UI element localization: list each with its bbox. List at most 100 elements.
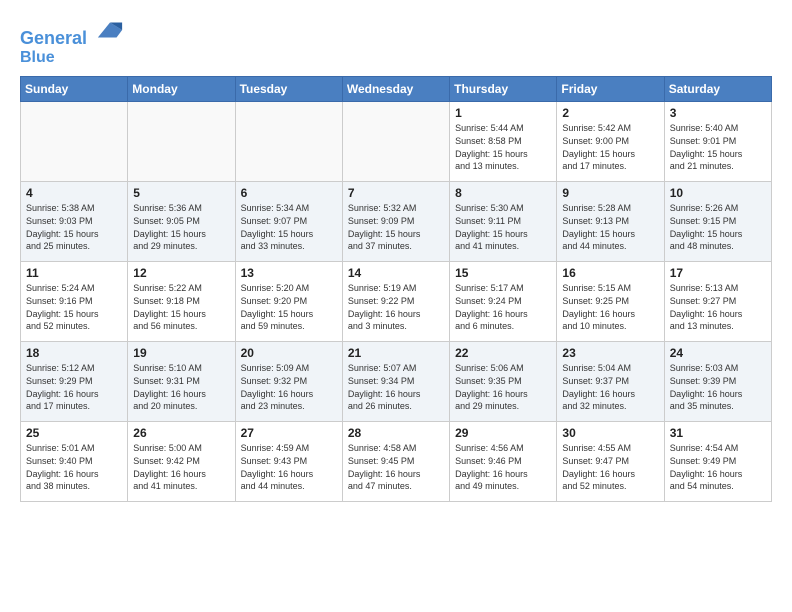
day-info: Sunrise: 4:59 AM Sunset: 9:43 PM Dayligh…	[241, 442, 337, 492]
weekday-header-tuesday: Tuesday	[235, 77, 342, 102]
day-info: Sunrise: 5:09 AM Sunset: 9:32 PM Dayligh…	[241, 362, 337, 412]
day-number: 10	[670, 186, 766, 200]
day-info: Sunrise: 5:13 AM Sunset: 9:27 PM Dayligh…	[670, 282, 766, 332]
day-number: 6	[241, 186, 337, 200]
calendar-week-3: 11Sunrise: 5:24 AM Sunset: 9:16 PM Dayli…	[21, 262, 772, 342]
calendar-cell: 22Sunrise: 5:06 AM Sunset: 9:35 PM Dayli…	[450, 342, 557, 422]
day-info: Sunrise: 5:03 AM Sunset: 9:39 PM Dayligh…	[670, 362, 766, 412]
calendar-cell: 2 Sunrise: 5:42 AM Sunset: 9:00 PM Daylig…	[557, 102, 664, 182]
logo-general: General	[20, 28, 87, 48]
day-info: Sunrise: 5:12 AM Sunset: 9:29 PM Dayligh…	[26, 362, 122, 412]
calendar-cell: 3 Sunrise: 5:40 AM Sunset: 9:01 PM Daylig…	[664, 102, 771, 182]
day-info: Sunrise: 5:04 AM Sunset: 9:37 PM Dayligh…	[562, 362, 658, 412]
calendar-week-1: 1 Sunrise: 5:44 AM Sunset: 8:58 PM Daylig…	[21, 102, 772, 182]
day-info: Sunrise: 5:38 AM Sunset: 9:03 PM Dayligh…	[26, 202, 122, 252]
weekday-header-saturday: Saturday	[664, 77, 771, 102]
calendar-cell: 14 Sunrise: 5:19 AM Sunset: 9:22 PM Dayli…	[342, 262, 449, 342]
day-number: 17	[670, 266, 766, 280]
calendar-cell: 12 Sunrise: 5:22 AM Sunset: 9:18 PM Dayli…	[128, 262, 235, 342]
weekday-header-wednesday: Wednesday	[342, 77, 449, 102]
day-info: Sunrise: 4:54 AM Sunset: 9:49 PM Dayligh…	[670, 442, 766, 492]
day-info: Sunrise: 4:55 AM Sunset: 9:47 PM Dayligh…	[562, 442, 658, 492]
day-number: 7	[348, 186, 444, 200]
calendar-week-4: 18 Sunrise: 5:12 AM Sunset: 9:29 PM Dayli…	[21, 342, 772, 422]
day-info: Sunrise: 5:26 AM Sunset: 9:15 PM Dayligh…	[670, 202, 766, 252]
calendar-cell: 15 Sunrise: 5:17 AM Sunset: 9:24 PM Dayli…	[450, 262, 557, 342]
logo-blue: Blue	[20, 49, 124, 67]
day-number: 20	[241, 346, 337, 360]
logo: General Blue	[20, 16, 124, 66]
day-number: 29	[455, 426, 551, 440]
calendar-cell: 21Sunrise: 5:07 AM Sunset: 9:34 PM Dayli…	[342, 342, 449, 422]
day-info: Sunrise: 5:44 AM Sunset: 8:58 PM Dayligh…	[455, 122, 551, 172]
day-number: 12	[133, 266, 229, 280]
day-info: Sunrise: 5:06 AM Sunset: 9:35 PM Dayligh…	[455, 362, 551, 412]
day-info: Sunrise: 5:34 AM Sunset: 9:07 PM Dayligh…	[241, 202, 337, 252]
day-info: Sunrise: 5:00 AM Sunset: 9:42 PM Dayligh…	[133, 442, 229, 492]
calendar-cell: 10 Sunrise: 5:26 AM Sunset: 9:15 PM Dayli…	[664, 182, 771, 262]
day-number: 19	[133, 346, 229, 360]
calendar-cell	[128, 102, 235, 182]
day-number: 5	[133, 186, 229, 200]
day-number: 14	[348, 266, 444, 280]
day-info: Sunrise: 5:20 AM Sunset: 9:20 PM Dayligh…	[241, 282, 337, 332]
day-info: Sunrise: 5:36 AM Sunset: 9:05 PM Dayligh…	[133, 202, 229, 252]
calendar-cell: 30 Sunrise: 4:55 AM Sunset: 9:47 PM Dayli…	[557, 422, 664, 502]
calendar-cell: 20 Sunrise: 5:09 AM Sunset: 9:32 PM Dayli…	[235, 342, 342, 422]
calendar-cell: 11Sunrise: 5:24 AM Sunset: 9:16 PM Dayli…	[21, 262, 128, 342]
day-info: Sunrise: 5:32 AM Sunset: 9:09 PM Dayligh…	[348, 202, 444, 252]
calendar-table: SundayMondayTuesdayWednesdayThursdayFrid…	[20, 76, 772, 502]
day-info: Sunrise: 5:28 AM Sunset: 9:13 PM Dayligh…	[562, 202, 658, 252]
day-number: 30	[562, 426, 658, 440]
calendar-cell: 25Sunrise: 5:01 AM Sunset: 9:40 PM Dayli…	[21, 422, 128, 502]
day-number: 24	[670, 346, 766, 360]
day-number: 25	[26, 426, 122, 440]
day-number: 8	[455, 186, 551, 200]
day-number: 9	[562, 186, 658, 200]
calendar-cell	[21, 102, 128, 182]
calendar-cell: 31 Sunrise: 4:54 AM Sunset: 9:49 PM Dayli…	[664, 422, 771, 502]
calendar-cell: 5 Sunrise: 5:36 AM Sunset: 9:05 PM Daylig…	[128, 182, 235, 262]
weekday-header-row: SundayMondayTuesdayWednesdayThursdayFrid…	[21, 77, 772, 102]
calendar-cell: 28 Sunrise: 4:58 AM Sunset: 9:45 PM Dayli…	[342, 422, 449, 502]
calendar-cell	[235, 102, 342, 182]
weekday-header-friday: Friday	[557, 77, 664, 102]
calendar-cell: 4 Sunrise: 5:38 AM Sunset: 9:03 PM Daylig…	[21, 182, 128, 262]
day-number: 23	[562, 346, 658, 360]
weekday-header-sunday: Sunday	[21, 77, 128, 102]
day-number: 16	[562, 266, 658, 280]
day-info: Sunrise: 4:58 AM Sunset: 9:45 PM Dayligh…	[348, 442, 444, 492]
day-number: 31	[670, 426, 766, 440]
calendar-cell: 26Sunrise: 5:00 AM Sunset: 9:42 PM Dayli…	[128, 422, 235, 502]
day-number: 28	[348, 426, 444, 440]
calendar-cell: 1 Sunrise: 5:44 AM Sunset: 8:58 PM Daylig…	[450, 102, 557, 182]
day-info: Sunrise: 5:22 AM Sunset: 9:18 PM Dayligh…	[133, 282, 229, 332]
weekday-header-thursday: Thursday	[450, 77, 557, 102]
calendar-week-2: 4 Sunrise: 5:38 AM Sunset: 9:03 PM Daylig…	[21, 182, 772, 262]
day-number: 18	[26, 346, 122, 360]
day-info: Sunrise: 5:19 AM Sunset: 9:22 PM Dayligh…	[348, 282, 444, 332]
calendar-cell: 13 Sunrise: 5:20 AM Sunset: 9:20 PM Dayli…	[235, 262, 342, 342]
weekday-header-monday: Monday	[128, 77, 235, 102]
calendar-cell: 18 Sunrise: 5:12 AM Sunset: 9:29 PM Dayli…	[21, 342, 128, 422]
day-info: Sunrise: 5:17 AM Sunset: 9:24 PM Dayligh…	[455, 282, 551, 332]
calendar-cell: 17 Sunrise: 5:13 AM Sunset: 9:27 PM Dayli…	[664, 262, 771, 342]
calendar-cell: 6 Sunrise: 5:34 AM Sunset: 9:07 PM Daylig…	[235, 182, 342, 262]
day-number: 4	[26, 186, 122, 200]
day-number: 2	[562, 106, 658, 120]
calendar-cell: 9 Sunrise: 5:28 AM Sunset: 9:13 PM Daylig…	[557, 182, 664, 262]
calendar-cell: 29 Sunrise: 4:56 AM Sunset: 9:46 PM Dayli…	[450, 422, 557, 502]
day-number: 3	[670, 106, 766, 120]
calendar-cell: 27 Sunrise: 4:59 AM Sunset: 9:43 PM Dayli…	[235, 422, 342, 502]
logo-icon	[96, 16, 124, 44]
day-number: 15	[455, 266, 551, 280]
day-number: 27	[241, 426, 337, 440]
day-number: 13	[241, 266, 337, 280]
logo-text: General	[20, 16, 124, 49]
calendar-cell: 19Sunrise: 5:10 AM Sunset: 9:31 PM Dayli…	[128, 342, 235, 422]
calendar-cell: 8Sunrise: 5:30 AM Sunset: 9:11 PM Daylig…	[450, 182, 557, 262]
day-number: 1	[455, 106, 551, 120]
day-info: Sunrise: 5:40 AM Sunset: 9:01 PM Dayligh…	[670, 122, 766, 172]
day-info: Sunrise: 4:56 AM Sunset: 9:46 PM Dayligh…	[455, 442, 551, 492]
day-info: Sunrise: 5:42 AM Sunset: 9:00 PM Dayligh…	[562, 122, 658, 172]
